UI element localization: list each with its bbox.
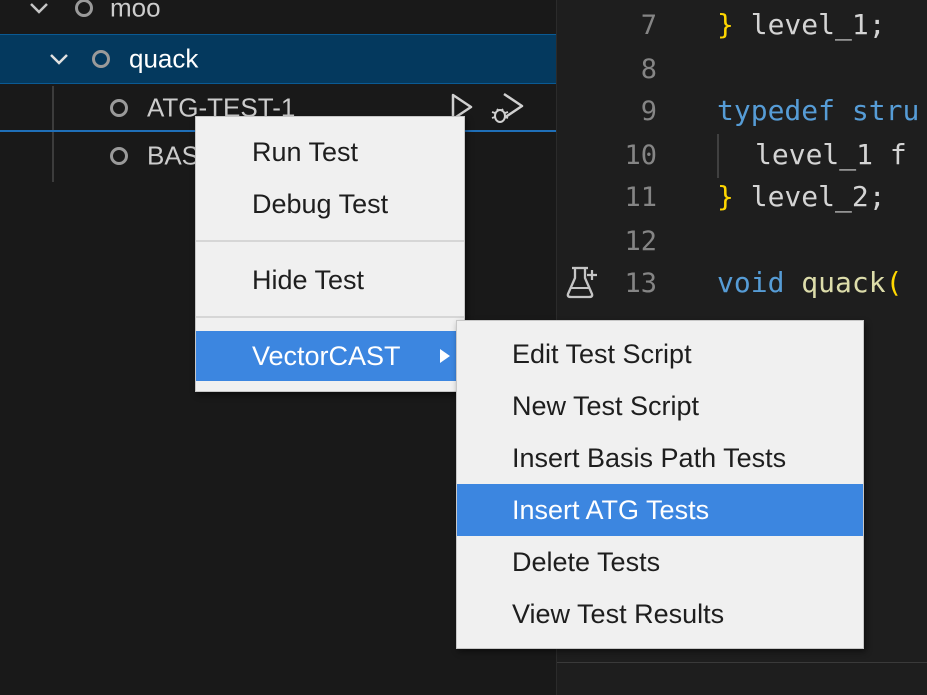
menu-item-edit-test-script[interactable]: Edit Test Script	[457, 329, 863, 379]
menu-item-hide-test[interactable]: Hide Test	[196, 255, 464, 305]
tree-item-label: moo	[110, 0, 161, 23]
debug-test-icon[interactable]	[490, 92, 526, 124]
chevron-down-icon[interactable]	[28, 0, 50, 19]
menu-item-label: Hide Test	[252, 265, 365, 295]
menu-item-view-test-results[interactable]: View Test Results	[457, 589, 863, 639]
menu-item-label: Delete Tests	[512, 547, 661, 577]
menu-item-label: View Test Results	[512, 599, 725, 629]
menu-item-label: VectorCAST	[252, 341, 401, 371]
menu-item-label: Insert Basis Path Tests	[512, 443, 787, 473]
code-line: } level_2;	[717, 180, 886, 213]
menu-item-label: Insert ATG Tests	[512, 495, 710, 525]
menu-item-label: Edit Test Script	[512, 339, 692, 369]
line-number: 7	[640, 10, 657, 41]
code-line: void quack(	[717, 266, 902, 299]
paren: (	[885, 266, 903, 299]
line-number: 11	[624, 182, 657, 213]
vectorcast-submenu: Edit Test Script New Test Script Insert …	[456, 320, 864, 649]
code-text: level_1;	[733, 8, 886, 41]
code-line: level_1 f	[755, 138, 907, 171]
keyword: typedef	[717, 94, 836, 127]
function-name: quack	[784, 266, 886, 299]
tree-item-label: quack	[129, 43, 199, 74]
line-number: 12	[624, 226, 657, 257]
code-line: } level_1;	[717, 8, 886, 41]
menu-item-label: Run Test	[252, 137, 359, 167]
menu-item-run-test[interactable]: Run Test	[196, 127, 464, 177]
menu-item-debug-test[interactable]: Debug Test	[196, 179, 464, 229]
menu-item-insert-atg-tests[interactable]: Insert ATG Tests	[457, 484, 863, 536]
menu-item-insert-basis-path-tests[interactable]: Insert Basis Path Tests	[457, 433, 863, 483]
line-number: 8	[640, 54, 657, 85]
menu-separator	[196, 240, 464, 242]
menu-item-vectorcast[interactable]: VectorCAST	[196, 331, 464, 381]
circle-icon	[92, 50, 110, 68]
panel-divider	[557, 662, 927, 663]
line-number: 13	[624, 268, 657, 299]
tree-item-moo[interactable]: moo	[0, 0, 556, 30]
submenu-arrow-icon	[440, 349, 450, 363]
menu-item-label: Debug Test	[252, 189, 389, 219]
context-menu: Run Test Debug Test Hide Test VectorCAST	[195, 116, 465, 392]
menu-separator	[196, 316, 464, 318]
circle-icon	[75, 0, 93, 17]
menu-item-label: New Test Script	[512, 391, 700, 421]
code-text: level_2;	[733, 180, 886, 213]
code-line: typedef stru	[717, 94, 919, 127]
line-number: 10	[624, 140, 657, 171]
menu-item-new-test-script[interactable]: New Test Script	[457, 381, 863, 431]
chevron-down-icon[interactable]	[48, 48, 70, 70]
tree-item-quack[interactable]: quack	[0, 34, 556, 84]
circle-icon	[110, 99, 128, 117]
menu-item-delete-tests[interactable]: Delete Tests	[457, 537, 863, 587]
code-text: stru	[835, 94, 920, 127]
indent-guide	[717, 134, 719, 178]
brace: }	[717, 8, 734, 41]
brace: }	[717, 180, 734, 213]
line-number: 9	[640, 96, 657, 127]
circle-icon	[110, 147, 128, 165]
keyword: void	[717, 266, 785, 299]
